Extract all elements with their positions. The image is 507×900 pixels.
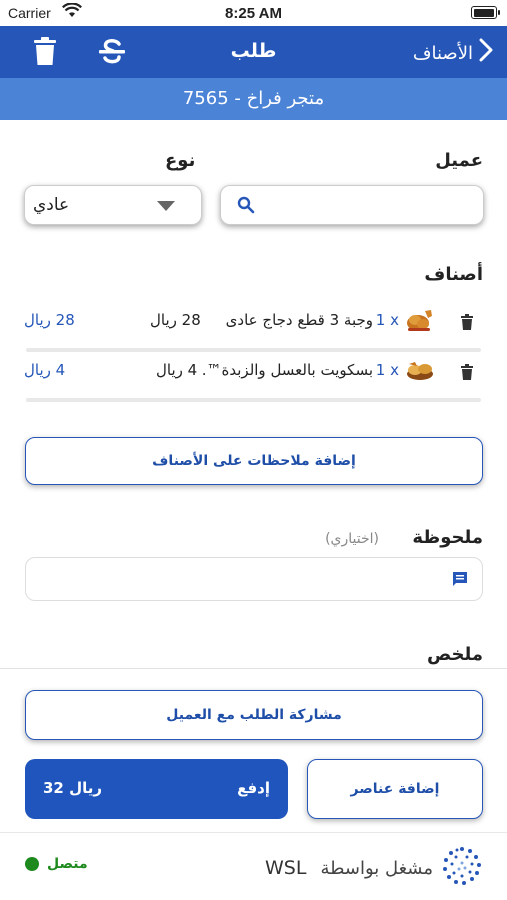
item-qty: 1 x [375,311,399,329]
trash-icon[interactable] [461,364,473,384]
list-item[interactable]: 1 x وجبة 3 قطع دجاج عادى 28 ريال 28 ريال [0,304,507,352]
list-item[interactable]: 1 x بسكويت بالعسل والزبدة™... 4 ريال 4 ر… [0,354,507,402]
pay-label: إدفع [237,779,270,797]
item-unit-price: 4 ريال [156,361,198,379]
type-select[interactable]: عادي [24,185,202,225]
item-total: 28 ريال [24,311,75,329]
pay-button[interactable]: إدفع 32 ريال [25,759,288,819]
note-optional-label: (اختياري) [325,531,379,547]
brand-name: WSL [265,857,307,879]
brand-logo-icon [441,845,483,891]
divider [26,348,481,352]
item-qty: 1 x [375,361,399,379]
customer-search-input[interactable] [220,185,484,225]
share-order-button[interactable]: مشاركة الطلب مع العميل [25,690,483,740]
connection-status: متصل [25,856,88,872]
divider [26,398,481,402]
divider [0,832,507,833]
customer-label: عميل [435,150,483,171]
food-icon [405,308,435,332]
powered-by: WSL مشغل بواسطة [265,845,483,891]
clock: 8:25 AM [225,5,282,22]
search-icon [237,196,255,218]
status-bar: Carrier 8:25 AM [0,0,507,26]
trash-icon[interactable] [461,314,473,334]
status-text: متصل [47,856,88,872]
item-name: وجبة 3 قطع دجاج عادى [225,311,373,329]
note-input[interactable] [25,557,483,601]
type-label: نوع [165,150,196,171]
food-icon [405,358,435,382]
add-item-notes-button[interactable]: إضافة ملاحظات على الأصناف [25,437,483,485]
back-label: الأصناف [412,42,473,64]
comment-icon [452,571,468,591]
note-label: ملحوظة [412,527,483,548]
divider [0,668,507,669]
summary-label: ملخص [426,644,483,665]
item-unit-price: 28 ريال [150,311,201,329]
nav-bar: طلب الأصناف [0,26,507,78]
chevron-right-icon [479,38,493,68]
powered-by-label: مشغل بواسطة [320,857,433,879]
add-items-button[interactable]: إضافة عناصر [307,759,483,819]
back-button[interactable]: الأصناف [413,38,493,68]
battery-icon [471,6,500,19]
items-label: أصناف [424,264,483,285]
store-bar: 7565 - متجر فراخ [0,78,507,120]
type-value: عادي [33,195,70,215]
status-dot-icon [25,857,39,871]
pay-amount: 32 ريال [43,779,103,797]
caret-down-icon [157,201,175,211]
item-total: 4 ريال [24,361,66,379]
item-name: بسكويت بالعسل والزبدة™... [203,361,373,379]
